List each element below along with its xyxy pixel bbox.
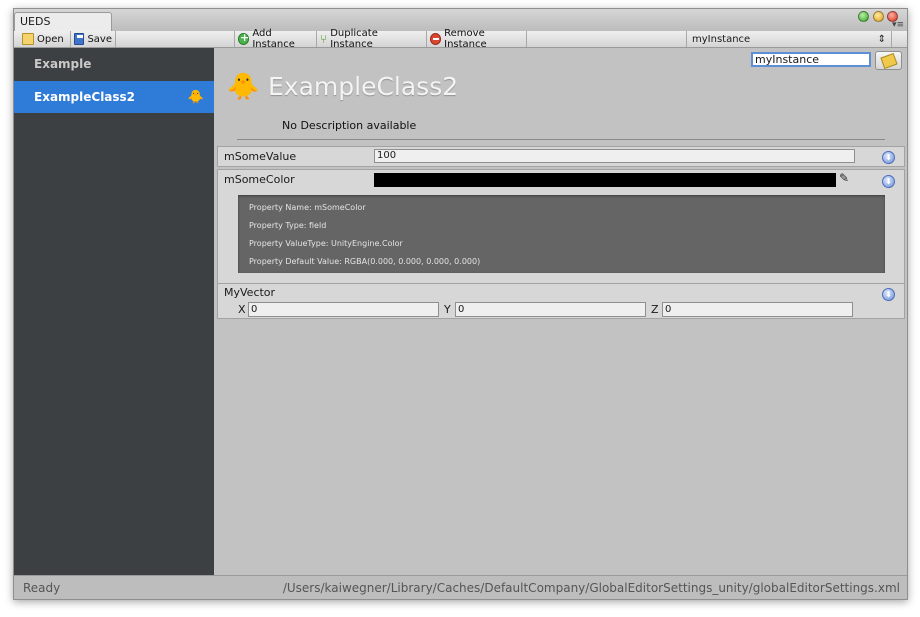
plus-circle-icon xyxy=(238,31,250,45)
info-icon[interactable]: ⬇ xyxy=(882,288,895,301)
sidebar-item-exampleclass2[interactable]: ExampleClass2 🐥 xyxy=(14,81,214,113)
instance-name-input[interactable]: myInstance xyxy=(751,52,871,67)
divider xyxy=(237,139,885,140)
property-row-msomevalue: mSomeValue 100 ⬇ xyxy=(217,146,905,167)
sidebar-item-label: ExampleClass2 xyxy=(34,90,136,104)
sidebar-item-label: Example xyxy=(34,57,92,71)
menu-icon[interactable]: ▾≡ xyxy=(892,21,904,30)
z-input[interactable]: 0 xyxy=(662,302,853,317)
add-instance-button[interactable]: Add Instance xyxy=(234,28,317,50)
floppy-disk-icon xyxy=(74,33,85,45)
property-label: mSomeValue xyxy=(224,150,297,163)
property-default-detail: Property Default Value: RGBA(0.000, 0.00… xyxy=(249,257,481,266)
duck-icon: 🐥 xyxy=(227,72,260,102)
z-label: Z xyxy=(651,303,659,316)
instance-dropdown-value: myInstance xyxy=(692,33,751,45)
toolbar: Open Save Add Instance ⑂ Duplicate Insta… xyxy=(14,28,907,50)
duplicate-instance-button[interactable]: ⑂ Duplicate Instance xyxy=(317,28,427,50)
y-label: Y xyxy=(444,303,451,316)
remove-instance-button[interactable]: Remove Instance xyxy=(427,28,527,50)
dropdown-arrows-icon: ⇕ xyxy=(877,33,886,45)
minimize-button[interactable] xyxy=(873,11,884,22)
y-input[interactable]: 0 xyxy=(455,302,646,317)
minus-circle-icon xyxy=(430,33,442,45)
settings-file-path: /Users/kaiwegner/Library/Caches/DefaultC… xyxy=(282,581,900,595)
msomevalue-input[interactable]: 100 xyxy=(374,149,855,163)
rename-instance-button[interactable] xyxy=(875,51,902,70)
remove-instance-label: Remove Instance xyxy=(444,28,487,50)
x-input[interactable]: 0 xyxy=(248,302,439,317)
status-bar: Ready /Users/kaiwegner/Library/Caches/De… xyxy=(14,575,907,599)
main-panel: myInstance 🐥 ExampleClass2 No Descriptio… xyxy=(215,48,907,575)
property-type-detail: Property Type: field xyxy=(249,221,327,230)
save-button[interactable]: Save xyxy=(71,31,116,47)
editor-window: UEDS ▾≡ Open Save Add Instance ⑂ Duplica… xyxy=(13,8,908,600)
class-description: No Description available xyxy=(282,119,417,132)
duplicate-instance-label: Duplicate Instance xyxy=(330,28,378,50)
class-title: ExampleClass2 xyxy=(268,72,459,101)
info-icon[interactable]: ⬇ xyxy=(882,175,895,188)
property-name-detail: Property Name: mSomeColor xyxy=(249,203,366,212)
duck-icon: 🐥 xyxy=(187,90,204,105)
instance-dropdown[interactable]: myInstance ⇕ xyxy=(686,31,892,47)
save-label: Save xyxy=(87,33,112,45)
class-sidebar: Example ExampleClass2 🐥 xyxy=(14,48,214,575)
folder-icon xyxy=(22,33,34,45)
fork-icon: ⑂ xyxy=(320,32,328,46)
sidebar-item-example[interactable]: Example xyxy=(14,48,214,80)
info-icon[interactable]: ⬇ xyxy=(882,151,895,164)
eyedropper-icon[interactable]: ✎ xyxy=(839,171,849,185)
zoom-button[interactable] xyxy=(858,11,869,22)
open-button[interactable]: Open xyxy=(19,31,71,47)
property-valuetype-detail: Property ValueType: UnityEngine.Color xyxy=(249,239,403,248)
x-label: X xyxy=(238,303,246,316)
status-text: Ready xyxy=(23,581,61,595)
property-details-panel: Property Name: mSomeColor Property Type:… xyxy=(238,195,885,273)
property-row-myvector: MyVector ⬇ X 0 Y 0 Z 0 xyxy=(217,283,905,319)
add-instance-label: Add Instance xyxy=(252,28,295,50)
window-tab[interactable]: UEDS xyxy=(14,12,112,31)
open-label: Open xyxy=(37,33,64,45)
pencil-icon xyxy=(879,52,898,69)
color-field[interactable] xyxy=(374,173,836,187)
property-label: mSomeColor xyxy=(224,173,295,186)
property-label: MyVector xyxy=(224,286,276,299)
